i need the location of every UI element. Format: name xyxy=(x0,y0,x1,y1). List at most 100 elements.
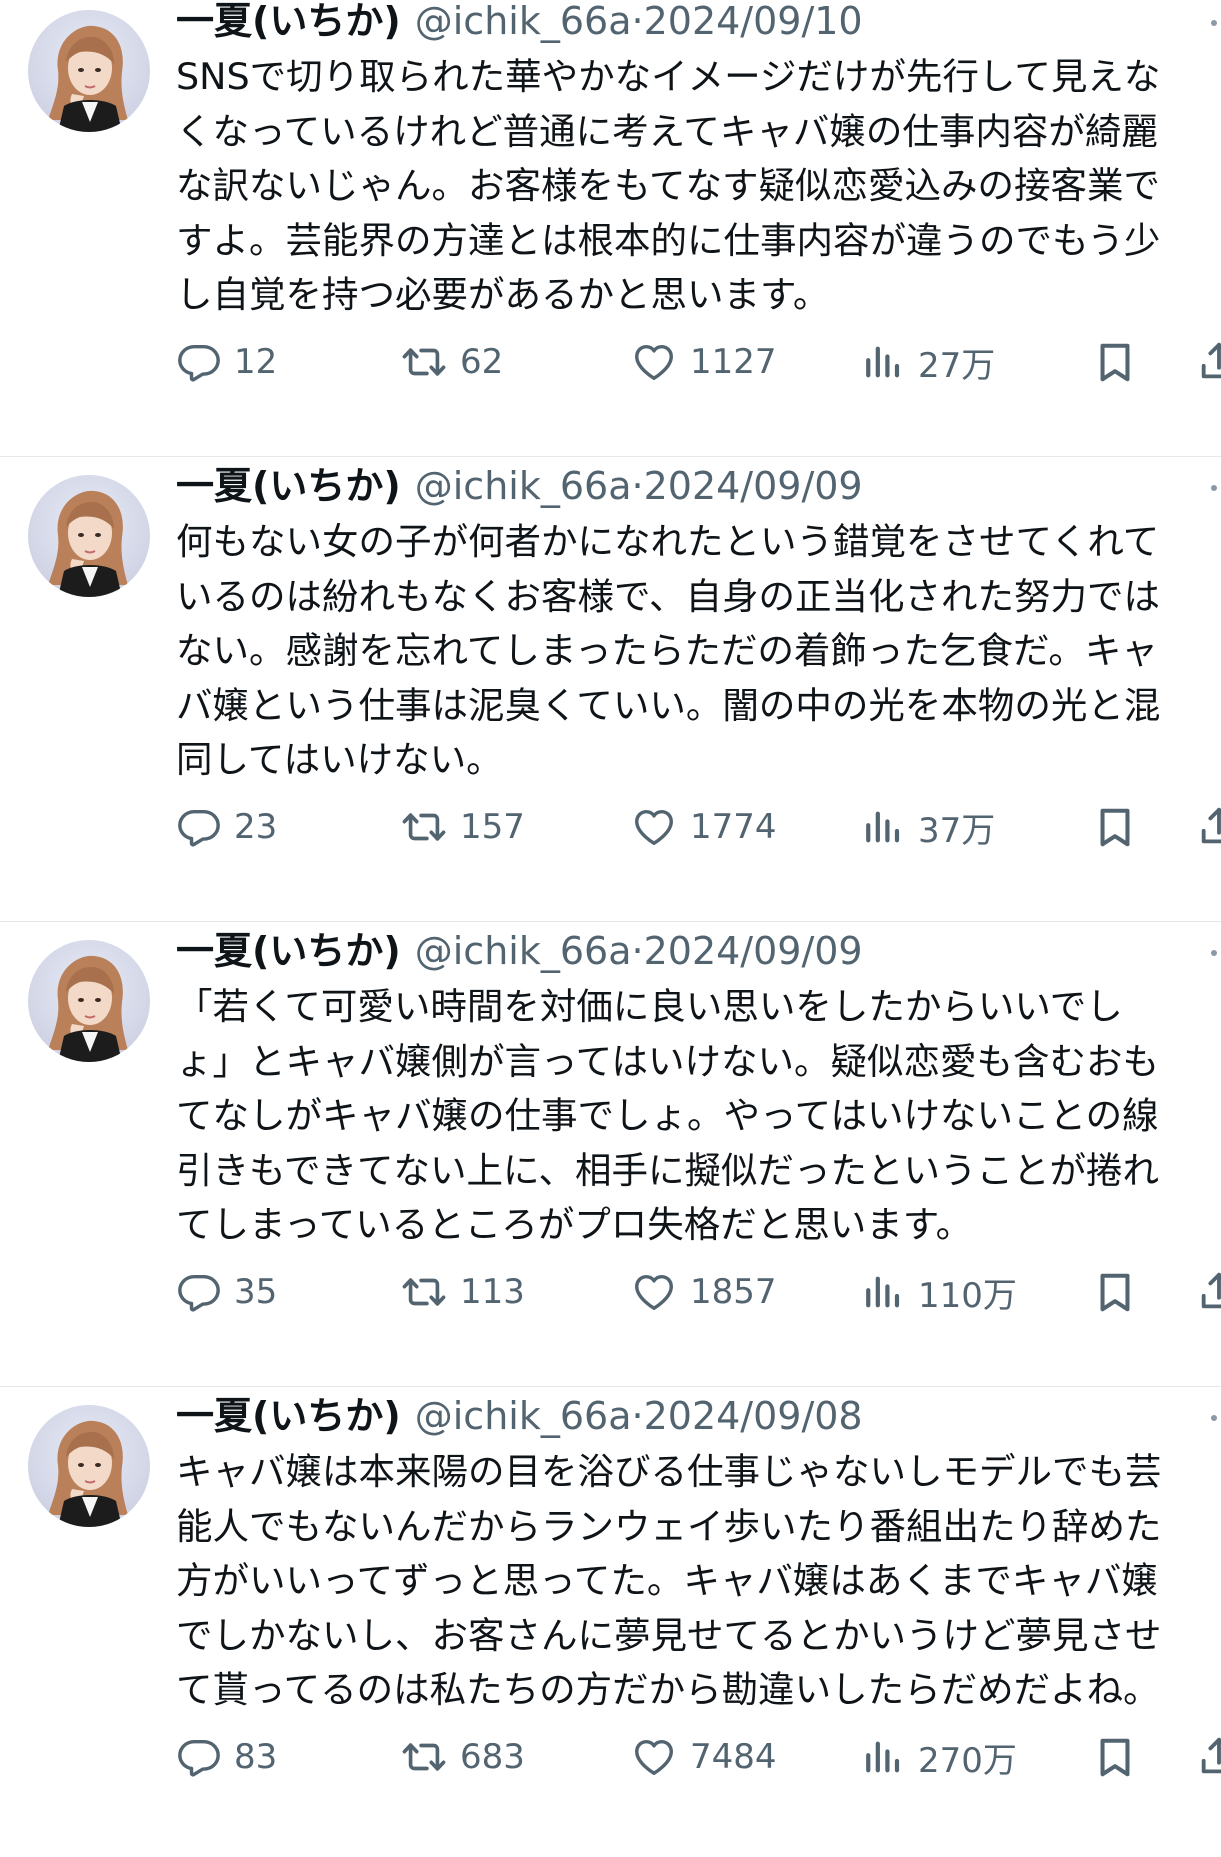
tweet[interactable]: 一夏(いちか) @ichik_66a·2024/09/08 キャバ嬢は本来陽の目を… xyxy=(0,1387,1221,1857)
action-bar: 35 113 1857 110万 xyxy=(176,1264,1221,1320)
like-button[interactable]: 1857 xyxy=(630,1264,777,1320)
tweet-text: 「若くて可愛い時間を対価に良い思いをしたからいいでし ょ」とキャバ嬢側が言ってはい… xyxy=(176,980,1221,1253)
tweet-text: キャバ嬢は本来陽の目を浴びる仕事じゃないしモデルでも芸 能人でもないんだからランウ… xyxy=(176,1445,1221,1718)
display-name[interactable]: 一夏(いちか) xyxy=(176,464,401,508)
more-options-icon[interactable] xyxy=(1211,20,1217,26)
tweet-text-line: てなしがキャバ嬢の仕事でしょ。やってはいけないことの線 xyxy=(176,1094,1159,1137)
views-button[interactable]: 110万 xyxy=(860,1264,1017,1320)
bookmark-button[interactable] xyxy=(1092,334,1138,390)
tweet-text-line: ょ」とキャバ嬢側が言ってはいけない。疑似恋愛も含むおも xyxy=(176,1039,1159,1083)
separator-dot: · xyxy=(631,1394,644,1438)
reply-icon xyxy=(176,339,222,385)
tweet[interactable]: 一夏(いちか) @ichik_66a·2024/09/09 何もない女の子が何者か… xyxy=(0,457,1221,922)
tweet-text-line: バ嬢という仕事は泥臭くていい。闇の中の光を本物の光と混 xyxy=(176,683,1161,727)
like-count: 1774 xyxy=(690,807,777,847)
repost-icon xyxy=(400,339,448,385)
reply-count: 23 xyxy=(234,807,278,847)
display-name[interactable]: 一夏(いちか) xyxy=(176,929,401,973)
tweet-text-line: いるのは紛れもなくお客様で、自身の正当化された努力では xyxy=(176,574,1161,618)
tweet-text-line: くなっているけれど普通に考えてキャバ嬢の仕事内容が綺麗 xyxy=(176,109,1158,153)
tweet-text-line: でしかないし、お客さんに夢見せてるとかいうけど夢見させ xyxy=(176,1613,1162,1657)
like-icon xyxy=(630,804,678,850)
views-icon xyxy=(860,1734,906,1780)
like-button[interactable]: 1127 xyxy=(630,334,777,390)
user-handle[interactable]: @ichik_66a xyxy=(415,1394,632,1438)
like-button[interactable]: 7484 xyxy=(630,1729,777,1785)
tweet-text-line: 引きもできてない上に、相手に擬似だったということが捲れ xyxy=(176,1148,1159,1192)
bookmark-button[interactable] xyxy=(1092,1264,1138,1320)
display-name[interactable]: 一夏(いちか) xyxy=(176,1394,401,1438)
tweet-date[interactable]: 2024/09/08 xyxy=(644,1394,863,1438)
views-icon xyxy=(860,339,906,385)
user-handle[interactable]: @ichik_66a xyxy=(415,464,632,508)
user-handle[interactable]: @ichik_66a xyxy=(415,929,632,973)
repost-icon xyxy=(400,1734,448,1780)
avatar[interactable] xyxy=(28,1405,150,1527)
reply-button[interactable]: 35 xyxy=(176,1264,277,1320)
user-handle[interactable]: @ichik_66a xyxy=(415,0,632,43)
repost-count: 683 xyxy=(460,1737,525,1777)
avatar[interactable] xyxy=(28,940,150,1062)
tweet-text-line: て貰ってるのは私たちの方だから勘違いしたらだめだよね。 xyxy=(176,1668,1160,1711)
share-button[interactable] xyxy=(1196,334,1221,390)
tweet-header: 一夏(いちか) @ichik_66a·2024/09/09 xyxy=(176,922,863,980)
share-icon xyxy=(1196,1734,1221,1780)
tweet[interactable]: 一夏(いちか) @ichik_66a·2024/09/09 「若くて可愛い時間を対… xyxy=(0,922,1221,1387)
bookmark-icon xyxy=(1092,802,1138,852)
reply-button[interactable]: 12 xyxy=(176,334,277,390)
share-icon xyxy=(1196,339,1221,385)
like-count: 1127 xyxy=(690,342,777,382)
reply-icon xyxy=(176,1734,222,1780)
tweet-header: 一夏(いちか) @ichik_66a·2024/09/10 xyxy=(176,0,863,50)
like-button[interactable]: 1774 xyxy=(630,799,777,855)
views-count: 27万 xyxy=(918,345,996,386)
tweet-date[interactable]: 2024/09/09 xyxy=(644,929,863,973)
repost-button[interactable]: 683 xyxy=(400,1729,525,1785)
reply-count: 83 xyxy=(234,1737,278,1777)
bookmark-icon xyxy=(1092,1732,1138,1782)
tweet-text-line: 同してはいけない。 xyxy=(176,738,503,781)
share-icon xyxy=(1196,1269,1221,1315)
display-name[interactable]: 一夏(いちか) xyxy=(176,0,401,43)
share-button[interactable] xyxy=(1196,799,1221,855)
repost-button[interactable]: 157 xyxy=(400,799,525,855)
reply-button[interactable]: 23 xyxy=(176,799,277,855)
share-icon xyxy=(1196,804,1221,850)
tweet-text-line: 能人でもないんだからランウェイ歩いたり番組出たり辞めた xyxy=(176,1504,1162,1548)
bookmark-button[interactable] xyxy=(1092,1729,1138,1785)
share-button[interactable] xyxy=(1196,1264,1221,1320)
repost-count: 62 xyxy=(460,342,504,382)
like-icon xyxy=(630,1734,678,1780)
tweet-text-line: し自覚を持つ必要があるかと思います。 xyxy=(176,273,830,316)
views-button[interactable]: 27万 xyxy=(860,334,995,390)
tweet-text-line: キャバ嬢は本来陽の目を浴びる仕事じゃないしモデルでも芸 xyxy=(176,1450,1162,1493)
views-icon xyxy=(860,1269,906,1315)
tweet-date[interactable]: 2024/09/09 xyxy=(644,464,863,508)
more-options-icon[interactable] xyxy=(1211,485,1217,491)
action-bar: 23 157 1774 37万 xyxy=(176,799,1221,855)
tweet[interactable]: 一夏(いちか) @ichik_66a·2024/09/10 SNSで切り取られた華… xyxy=(0,0,1221,457)
separator-dot: · xyxy=(631,0,644,43)
bookmark-button[interactable] xyxy=(1092,799,1138,855)
tweet-text: 何もない女の子が何者かになれたという錯覚をさせてくれて いるのは紛れもなくお客様で… xyxy=(176,515,1221,788)
views-button[interactable]: 37万 xyxy=(860,799,995,855)
action-bar: 83 683 7484 270万 xyxy=(176,1729,1221,1785)
views-count: 37万 xyxy=(918,810,996,851)
more-options-icon[interactable] xyxy=(1211,1415,1217,1421)
avatar[interactable] xyxy=(28,10,150,132)
tweet-header: 一夏(いちか) @ichik_66a·2024/09/09 xyxy=(176,457,863,515)
bookmark-icon xyxy=(1092,337,1138,387)
like-icon xyxy=(630,1269,678,1315)
more-options-icon[interactable] xyxy=(1211,950,1217,956)
repost-button[interactable]: 113 xyxy=(400,1264,525,1320)
views-button[interactable]: 270万 xyxy=(860,1729,1017,1785)
repost-icon xyxy=(400,804,448,850)
share-button[interactable] xyxy=(1196,1729,1221,1785)
avatar[interactable] xyxy=(28,475,150,597)
repost-button[interactable]: 62 xyxy=(400,334,503,390)
reply-button[interactable]: 83 xyxy=(176,1729,277,1785)
repost-count: 157 xyxy=(460,807,525,847)
bookmark-icon xyxy=(1092,1267,1138,1317)
tweet-date[interactable]: 2024/09/10 xyxy=(644,0,863,43)
repost-icon xyxy=(400,1269,448,1315)
